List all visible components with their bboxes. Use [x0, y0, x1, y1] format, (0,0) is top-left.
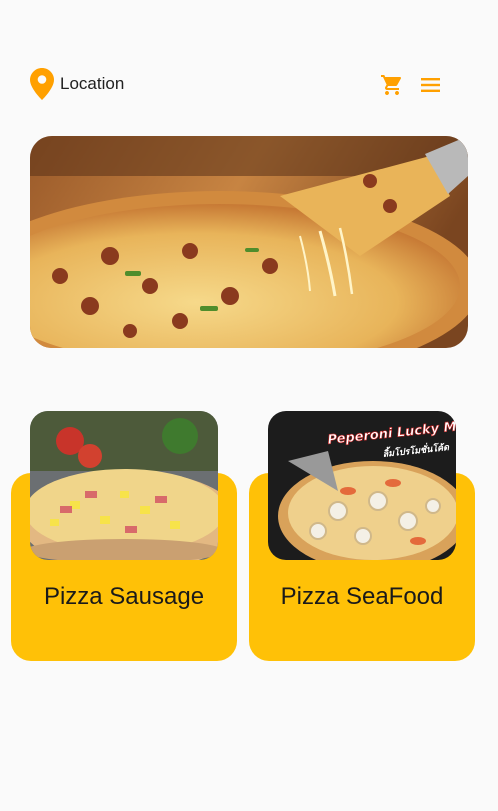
pizza-hero-image [30, 136, 468, 348]
hamburger-menu-icon [420, 78, 441, 98]
hawaiian-pizza-image [30, 411, 218, 560]
card-image-frame [30, 411, 218, 560]
card-title: Pizza Sausage [43, 583, 205, 610]
card-image-frame: Peperoni Lucky Month ลิ้มโปรโมชั่นโค้ด [268, 411, 456, 560]
menu-button[interactable] [420, 76, 441, 99]
seafood-pizza-image: Peperoni Lucky Month ลิ้มโปรโมชั่นโค้ด [268, 411, 456, 560]
shopping-cart-icon [380, 75, 404, 101]
location-pin-icon [30, 68, 54, 100]
cart-button[interactable] [380, 73, 404, 102]
location-label: Location [60, 74, 125, 93]
card-title: Pizza SeaFood [280, 583, 444, 610]
app-screen: Location Pizza Sausage Peperoni Lucky Mo… [0, 0, 498, 811]
location-button[interactable]: Location [30, 68, 124, 100]
hero-banner[interactable] [30, 136, 468, 348]
